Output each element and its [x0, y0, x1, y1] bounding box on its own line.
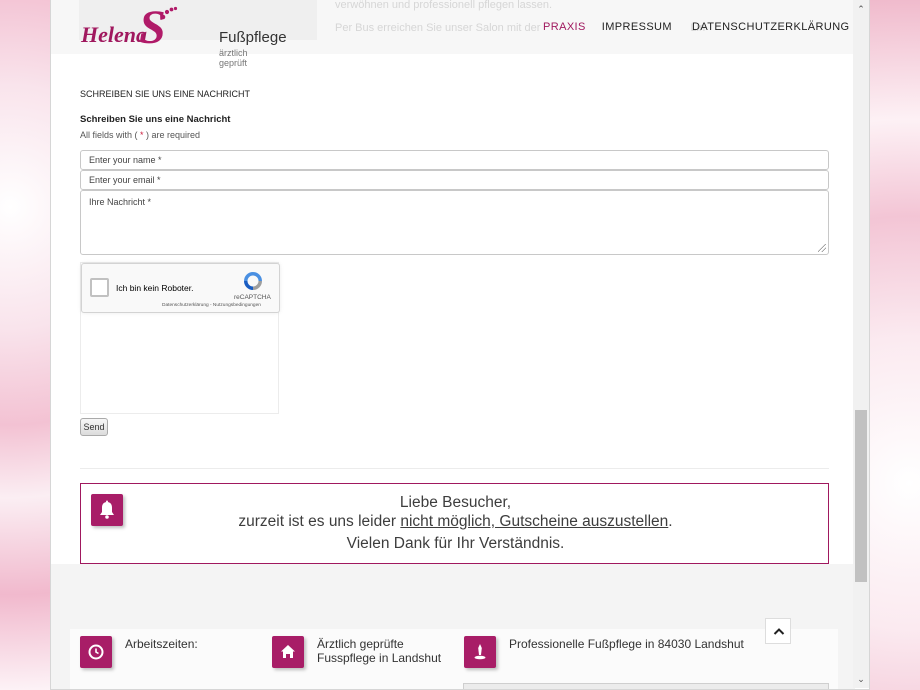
message-textarea[interactable]: Ihre Nachricht * [80, 190, 829, 255]
vertical-scrollbar[interactable]: ⌃ ⌄ [853, 0, 869, 688]
email-input-placeholder: Enter your email * [89, 175, 161, 185]
nav-item-impressum[interactable]: IMPRESSUM [602, 21, 672, 33]
footer-map-edge [463, 683, 829, 689]
clock-icon [80, 636, 112, 668]
chevron-up-icon [773, 628, 785, 635]
recaptcha-container: Ich bin kein Roboter. reCAPTCHA Datensch… [80, 262, 280, 414]
background-right-decoration [868, 0, 920, 690]
location-label: Professionelle Fußpflege in 84030 Landsh… [509, 637, 744, 651]
recaptcha-links[interactable]: Datenschutzerklärung - Nutzungsbedingung… [162, 303, 261, 308]
footer-care-label: Ärztlich geprüfte Fusspflege in Landshut [317, 637, 441, 665]
required-fields-note: All fields with ( * ) are required [80, 130, 200, 140]
notice-box: Liebe Besucher, zurzeit ist es uns leide… [80, 483, 829, 564]
logo-tagline: ärztlich geprüft [219, 48, 248, 68]
recaptcha-checkbox[interactable] [90, 278, 109, 297]
required-note-prefix: All fields with ( [80, 130, 138, 140]
site-header: verwöhnen und professionell pflegen lass… [51, 0, 855, 69]
nav-item-datenschutz[interactable]: DATENSCHUTZERKLÄRUNG [692, 21, 850, 33]
scrollbar-thumb[interactable] [855, 410, 867, 582]
recaptcha-icon [244, 272, 262, 290]
location-pin-icon [464, 636, 496, 668]
send-button[interactable]: Send [80, 418, 108, 436]
notice-text: Liebe Besucher, zurzeit ist es uns leide… [81, 493, 830, 553]
textarea-resize-handle[interactable] [818, 244, 826, 252]
recaptcha-label: Ich bin kein Roboter. [116, 283, 194, 293]
nav-item-praxis[interactable]: PRAXIS [543, 21, 586, 33]
header-faded-text-2-main: Per Bus erreichen Sie unser Salon mit de… [335, 22, 541, 34]
name-input-placeholder: Enter your name * [89, 155, 162, 165]
back-to-top-button[interactable] [765, 618, 791, 644]
name-input[interactable]: Enter your name * [80, 150, 829, 170]
footer-care-line-1: Ärztlich geprüfte [317, 637, 404, 651]
home-icon [272, 636, 304, 668]
required-note-suffix: ) are required [146, 130, 201, 140]
logo-toes-icon [160, 6, 178, 20]
notice-line-2: zurzeit ist es uns leider nicht möglich,… [81, 512, 830, 531]
notice-line-3: Vielen Dank für Ihr Verständnis. [346, 535, 565, 552]
recaptcha-widget: Ich bin kein Roboter. reCAPTCHA Datensch… [81, 263, 280, 313]
required-star: * [137, 130, 147, 140]
page-content: verwöhnen und professionell pflegen lass… [51, 0, 855, 689]
notice-line-1: Liebe Besucher, [399, 494, 512, 511]
notice-line-2-post: . [668, 513, 673, 530]
site-footer: Arbeitszeiten: Ärztlich geprüfte Fusspfle… [51, 564, 855, 689]
site-logo[interactable]: Helena S Fußpflege ärztlich geprüft [81, 4, 287, 69]
scroll-up-arrow[interactable]: ⌃ [853, 2, 869, 16]
form-heading: Schreiben Sie uns eine Nachricht [80, 114, 231, 125]
background-left-decoration [0, 0, 52, 690]
notice-line-2-pre: zurzeit ist es uns leider [238, 513, 401, 530]
working-hours-label: Arbeitszeiten: [125, 637, 198, 651]
logo-brand-name: Fußpflege [219, 29, 287, 46]
email-input[interactable]: Enter your email * [80, 170, 829, 190]
logo-wordmark: Helena [81, 22, 147, 47]
browser-viewport: verwöhnen und professionell pflegen lass… [50, 0, 870, 690]
main-navigation: PRAXIS IMPRESSUM DATENSCHUTZERKLÄRUNG [543, 21, 869, 33]
section-divider [80, 468, 829, 469]
scroll-down-arrow[interactable]: ⌄ [853, 672, 869, 686]
notice-voucher-link[interactable]: nicht möglich, Gutscheine auszustellen [400, 513, 668, 530]
message-textarea-placeholder: Ihre Nachricht * [89, 197, 152, 207]
bell-icon [91, 494, 123, 526]
recaptcha-brand: reCAPTCHA [234, 294, 271, 301]
footer-care-line-2: Fusspflege in Landshut [317, 651, 442, 665]
section-title: SCHREIBEN SIE UNS EINE NACHRICHT [80, 89, 251, 99]
header-faded-text-1: verwöhnen und professionell pflegen lass… [335, 0, 553, 11]
